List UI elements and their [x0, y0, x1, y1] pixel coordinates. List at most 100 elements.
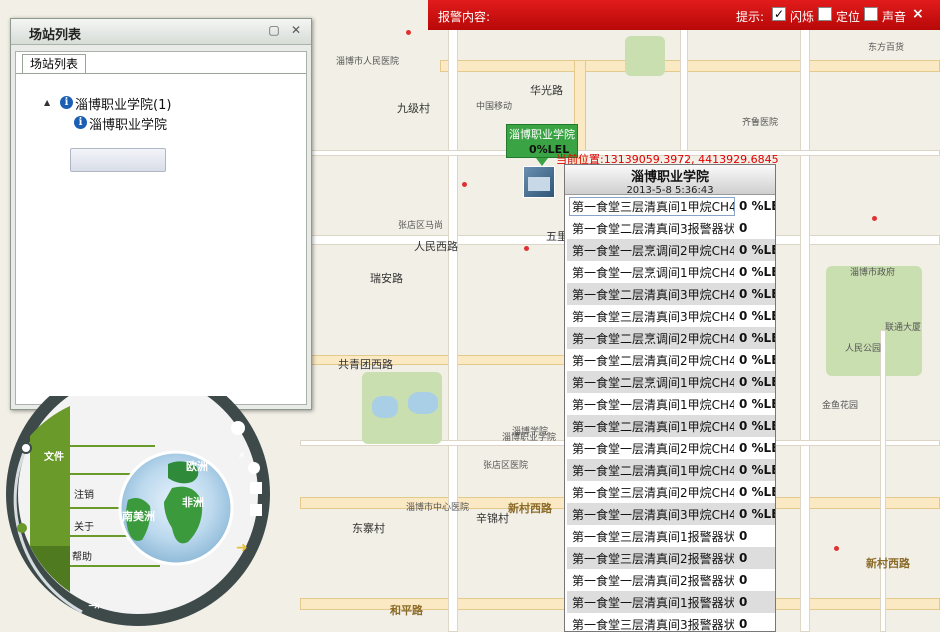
sensor-panel: 淄博职业学院 2013-5-8 5:36:43 第一食堂三层清真间1甲烷CH4 0…: [564, 164, 776, 632]
panel-header: 淄博职业学院 2013-5-8 5:36:43: [565, 165, 775, 196]
flash-checkbox[interactable]: ✓: [772, 7, 786, 21]
map-label: 淄博市人民医院: [336, 57, 400, 67]
sensor-value: 0: [739, 617, 748, 631]
tree-root-node[interactable]: 淄博职业学院(1): [75, 94, 171, 113]
exit-icon[interactable]: ⇥: [88, 598, 100, 614]
sensor-row[interactable]: 第一食堂三层清真间1报警器状态 0: [567, 525, 775, 547]
sensor-value: 0: [739, 551, 748, 565]
menu-item-help[interactable]: 帮助: [72, 550, 92, 563]
sensor-name: 第一食堂三层清真间1甲烷CH4: [569, 197, 735, 216]
map-label: 人民公园: [845, 344, 882, 354]
sensor-value: 0 %LE: [739, 287, 776, 301]
sensor-row[interactable]: 第一食堂二层清真间1甲烷CH4 0 %LE: [567, 459, 775, 481]
sensor-row[interactable]: 第一食堂一层烹调间1甲烷CH4 0 %LE: [567, 261, 775, 283]
map-label: 共青团西路: [338, 358, 393, 371]
chart-icon[interactable]: [250, 482, 262, 494]
sensor-row[interactable]: 第一食堂二层清真间3报警器状态 0: [567, 217, 775, 239]
map-label: 人民西路: [414, 240, 458, 253]
sensor-row[interactable]: 第一食堂一层烹调间2甲烷CH4 0 %LE: [567, 239, 775, 261]
sensor-name: 第一食堂三层清真间1报警器状态: [572, 530, 735, 544]
globe-label-africa: 非洲: [182, 495, 204, 509]
sensor-row[interactable]: 第一食堂一层清真间2甲烷CH4 0 %LE: [567, 437, 775, 459]
sensor-name: 第一食堂二层烹调间2甲烷CH4: [572, 332, 735, 346]
login-icon[interactable]: ➜: [236, 540, 248, 556]
sensor-row[interactable]: 第一食堂二层烹调间2甲烷CH4 0 %LE: [567, 327, 775, 349]
sensor-value: 0: [739, 221, 748, 235]
alarm-bar: 报警内容: 提示: ✓ 闪烁 定位 声音 ×: [428, 0, 940, 30]
map-label: 东方百货: [868, 43, 905, 53]
marker-pointer: [536, 158, 548, 166]
sensor-value: 0 %LE: [739, 485, 776, 499]
tree-collapse-icon[interactable]: ▲: [44, 98, 50, 107]
sensor-name: 第一食堂二层清真间1甲烷CH4: [572, 464, 735, 478]
menu-item-file[interactable]: 文件: [44, 450, 64, 463]
info-icon: i: [74, 116, 87, 129]
sensor-row[interactable]: 第一食堂二层清真间2甲烷CH4 0 %LE: [567, 349, 775, 371]
sensor-value: 0: [739, 573, 748, 587]
alarm-content-label: 报警内容:: [438, 10, 491, 24]
sensor-name: 第一食堂二层清真间2甲烷CH4: [572, 354, 735, 368]
menu-item-logout[interactable]: 注销: [74, 488, 94, 501]
toolbar-icon[interactable]: [231, 421, 245, 435]
window-title: 场站列表: [29, 28, 82, 43]
sensor-name: 第一食堂二层烹调间1甲烷CH4: [572, 376, 735, 390]
close-icon[interactable]: ✕: [238, 451, 246, 461]
sensor-value: 0 %LE: [739, 265, 776, 279]
close-icon[interactable]: ✕: [289, 24, 303, 38]
maximize-icon[interactable]: ▢: [267, 24, 281, 38]
sensor-value: 0: [739, 595, 748, 609]
sensor-row[interactable]: 第一食堂一层清真间1甲烷CH4 0 %LE: [567, 393, 775, 415]
station-list-window: 场站列表 ▢ ✕ 场站列表 ▲ i 淄博职业学院(1) i 淄博职业学院: [10, 18, 312, 410]
map-label: 新村西路: [508, 502, 552, 515]
sensor-row[interactable]: 第一食堂三层清真间1甲烷CH4 0 %LE: [567, 195, 775, 217]
sensor-name: 第一食堂一层烹调间2甲烷CH4: [572, 244, 735, 258]
globe-label-south-america: 南美洲: [122, 509, 155, 523]
tree-child-node[interactable]: [70, 148, 166, 172]
sensor-row[interactable]: 第一食堂二层清真间3甲烷CH4 0 %LE: [567, 283, 775, 305]
sensor-name: 第一食堂一层烹调间1甲烷CH4: [572, 266, 735, 280]
sensor-row[interactable]: 第一食堂一层清真间2报警器状态 0: [567, 569, 775, 591]
sensor-name: 第一食堂三层清真间3报警器状态: [572, 618, 735, 632]
list-icon[interactable]: [250, 504, 262, 516]
map-label: 辛锦村: [476, 512, 509, 525]
sensor-name: 第一食堂一层清真间3甲烷CH4: [572, 508, 735, 522]
sensor-name: 第一食堂三层清真间2甲烷CH4: [572, 486, 735, 500]
track-knob[interactable]: [20, 442, 32, 454]
sensor-name: 第一食堂二层清真间3甲烷CH4: [572, 288, 735, 302]
sensor-row[interactable]: 第一食堂三层清真间3报警器状态 0: [567, 613, 775, 632]
sensor-value: 0 %LE: [739, 243, 776, 257]
sensor-row[interactable]: 第一食堂三层清真间2报警器状态 0: [567, 547, 775, 569]
map-label: 和平路: [390, 604, 423, 617]
sensor-name: 第一食堂三层清真间2报警器状态: [572, 552, 735, 566]
map-label: 张店区医院: [483, 461, 529, 471]
map-label: 中国移动: [476, 102, 513, 112]
sound-checkbox[interactable]: [864, 7, 878, 21]
station-photo[interactable]: [523, 166, 555, 198]
sensor-name: 第一食堂一层清真间1报警器状态: [572, 596, 735, 610]
users-icon[interactable]: [248, 462, 260, 474]
sensor-row[interactable]: 第一食堂二层烹调间1甲烷CH4 0 %LE: [567, 371, 775, 393]
globe-label-europe: 欧洲: [186, 459, 208, 473]
sensor-value: 0 %LE: [739, 375, 776, 389]
sensor-row[interactable]: 第一食堂三层清真间3甲烷CH4 0 %LE: [567, 305, 775, 327]
sensor-value: 0 %LE: [739, 463, 776, 477]
map-label: 金鱼花园: [822, 401, 859, 411]
sensor-row[interactable]: 第一食堂一层清真间1报警器状态 0: [567, 591, 775, 613]
sensor-row[interactable]: 第一食堂三层清真间2甲烷CH4 0 %LE: [567, 481, 775, 503]
map-label: 联通大厦: [885, 323, 922, 333]
tree-child-label[interactable]: 淄博职业学院: [89, 114, 167, 133]
sensor-row[interactable]: 第一食堂二层清真间1甲烷CH4 0 %LE: [567, 415, 775, 437]
window-titlebar[interactable]: 场站列表 ▢ ✕: [11, 19, 311, 45]
sensor-name: 第一食堂三层清真间3甲烷CH4: [572, 310, 735, 324]
sensor-name: 第一食堂二层清真间3报警器状态: [572, 222, 735, 236]
sensor-row[interactable]: 第一食堂一层清真间3甲烷CH4 0 %LE: [567, 503, 775, 525]
menu-item-about[interactable]: 关于: [74, 520, 94, 533]
sound-label: 声音: [882, 10, 907, 24]
close-icon[interactable]: ×: [912, 6, 924, 22]
flash-label: 闪烁: [790, 10, 815, 24]
tab-station-list[interactable]: 场站列表: [22, 54, 86, 74]
sensor-value: 0 %LE: [739, 507, 776, 521]
track-dot: [17, 523, 27, 533]
locate-checkbox[interactable]: [818, 7, 832, 21]
sensor-value: 0 %LE: [739, 353, 776, 367]
